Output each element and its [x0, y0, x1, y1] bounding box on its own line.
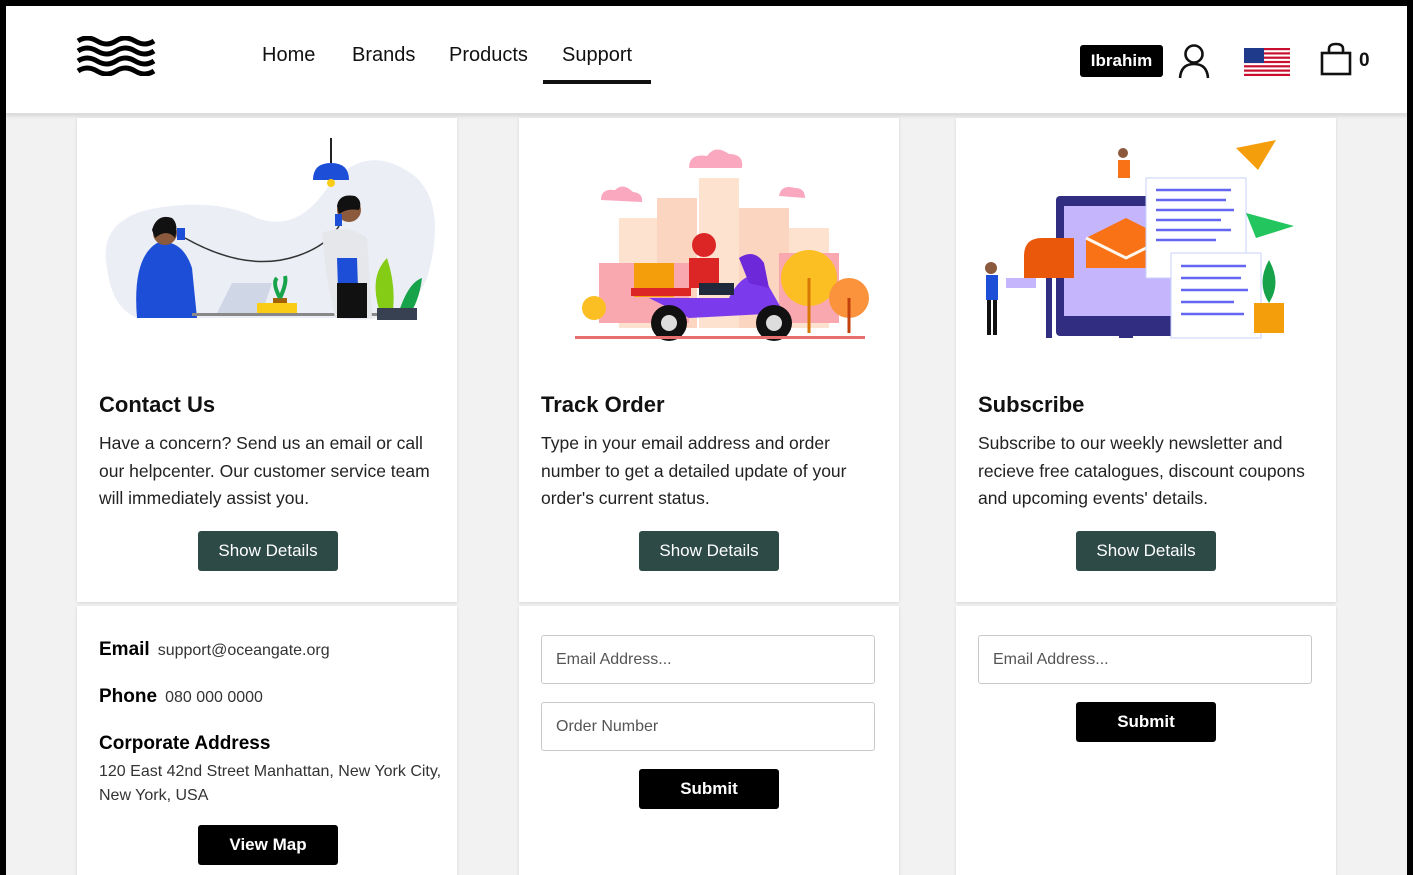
subscribe-form: Email Address... Submit — [956, 606, 1336, 875]
contact-show-details-button[interactable]: Show Details — [198, 531, 338, 571]
contact-info-card: Email support@oceangate.org Phone 080 000 … — [77, 606, 457, 875]
subscribe-submit-button[interactable]: Submit — [1076, 702, 1216, 742]
nav-products[interactable]: Products — [449, 44, 528, 67]
order-number-input[interactable]: Order Number — [541, 702, 875, 751]
track-order-form: Email Address... Order Number Submit — [519, 606, 899, 875]
address-value: 120 East 42nd Street Manhattan, New York… — [99, 763, 442, 804]
phone-label: Phone — [99, 686, 158, 707]
top-navbar: Home Brands Products Support Ibrahim 0 — [6, 6, 1407, 114]
user-icon[interactable] — [1177, 43, 1211, 79]
track-title: Track Order — [541, 392, 665, 417]
shopping-bag-icon[interactable] — [1319, 42, 1353, 76]
track-submit-button[interactable]: Submit — [639, 769, 779, 809]
us-flag-icon[interactable] — [1244, 48, 1290, 76]
email-value[interactable]: support@oceangate.org — [158, 642, 330, 659]
phone-value[interactable]: 080 000 0000 — [165, 689, 263, 706]
nav-support[interactable]: Support — [562, 44, 632, 67]
subscribe-show-details-button[interactable]: Show Details — [1076, 531, 1216, 571]
subscribe-title: Subscribe — [978, 392, 1085, 417]
subscribe-description: Subscribe to our weekly newsletter and r… — [978, 433, 1305, 508]
contact-description: Have a concern? Send us an email or call… — [99, 433, 430, 508]
track-description: Type in your email address and order num… — [541, 433, 847, 508]
waves-logo[interactable] — [76, 36, 156, 76]
subscribe-email-input[interactable]: Email Address... — [978, 635, 1312, 684]
contact-card: Contact Us Have a concern? Send us an em… — [77, 118, 457, 602]
track-show-details-button[interactable]: Show Details — [639, 531, 779, 571]
address-label-row: Corporate Address — [99, 733, 270, 755]
active-nav-indicator — [543, 80, 651, 84]
contact-title: Contact Us — [99, 392, 216, 417]
view-map-button[interactable]: View Map — [198, 825, 338, 865]
delivery-scooter-illustration — [575, 149, 869, 341]
newsletter-illustration — [985, 140, 1294, 339]
subscribe-card: Subscribe Subscribe to our weekly newsle… — [956, 118, 1336, 602]
address-label: Corporate Address — [99, 733, 271, 754]
user-name-badge[interactable]: Ibrahim — [1080, 45, 1163, 77]
track-order-card: Track Order Type in your email address a… — [519, 118, 899, 602]
cart-count: 0 — [1359, 50, 1370, 71]
track-email-input[interactable]: Email Address... — [541, 635, 875, 684]
contact-illustration — [105, 138, 436, 320]
nav-home[interactable]: Home — [262, 44, 315, 67]
page-frame: Home Brands Products Support Ibrahim 0 C… — [6, 6, 1407, 875]
nav-brands[interactable]: Brands — [352, 44, 415, 67]
email-row: Email support@oceangate.org — [99, 639, 330, 661]
email-label: Email — [99, 639, 150, 660]
phone-row: Phone 080 000 0000 — [99, 686, 263, 708]
